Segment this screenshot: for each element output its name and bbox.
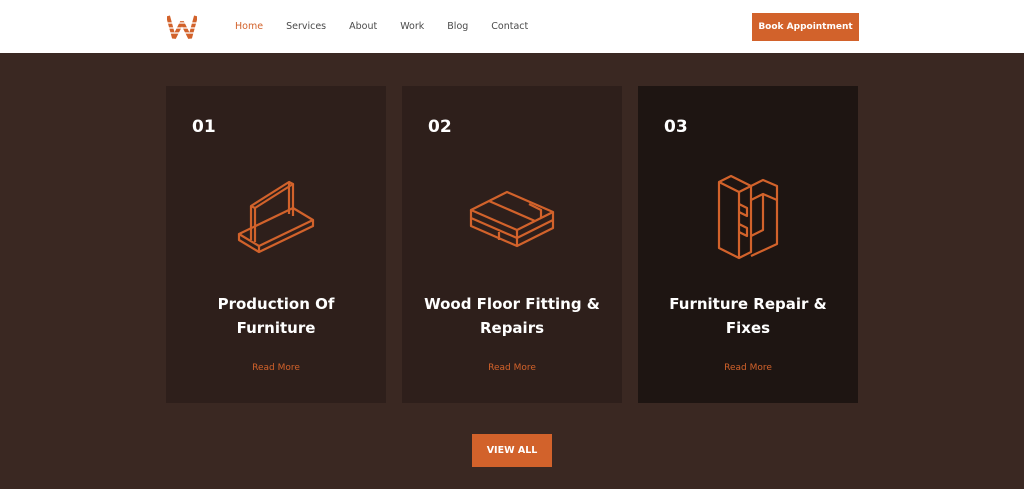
view-all-button[interactable]: VIEW ALL	[472, 434, 552, 467]
wood-panel-icon	[237, 180, 315, 254]
read-more-link[interactable]: Read More	[166, 363, 386, 373]
card-title-line: Production Of	[217, 295, 335, 313]
card-title-line: Wood Floor Fitting &	[424, 295, 600, 313]
nav-home[interactable]: Home	[235, 21, 263, 32]
logo-icon[interactable]	[167, 14, 197, 40]
service-card-furniture-repair: 03 Furniture Repair & Fixes Read More	[638, 86, 858, 403]
card-number: 03	[664, 117, 688, 137]
read-more-link[interactable]: Read More	[402, 363, 622, 373]
card-number: 01	[192, 117, 216, 137]
nav-about[interactable]: About	[349, 21, 377, 32]
service-card-production: 01 Production Of Furniture Read More	[166, 86, 386, 403]
nav-blog[interactable]: Blog	[447, 21, 468, 32]
card-number: 02	[428, 117, 452, 137]
service-card-wood-floor: 02 Wood Floor Fitting & Repairs Read Mor…	[402, 86, 622, 403]
card-title: Production Of Furniture	[176, 292, 376, 340]
nav-work[interactable]: Work	[400, 21, 424, 32]
card-title-line: Fixes	[725, 319, 771, 337]
book-appointment-button[interactable]: Book Appointment	[752, 13, 859, 41]
read-more-link[interactable]: Read More	[638, 363, 858, 373]
card-title-line: Furniture Repair &	[669, 295, 827, 313]
card-title: Wood Floor Fitting & Repairs	[412, 292, 612, 340]
card-title: Furniture Repair & Fixes	[648, 292, 848, 340]
site-header: Home Services About Work Blog Contact Bo…	[0, 0, 1024, 53]
main-nav: Home Services About Work Blog Contact	[235, 0, 551, 53]
card-title-line: Repairs	[479, 319, 545, 337]
nav-services[interactable]: Services	[286, 21, 326, 32]
card-title-line: Furniture	[236, 319, 316, 337]
wood-joint-icon	[717, 174, 779, 260]
nav-contact[interactable]: Contact	[491, 21, 528, 32]
wood-floor-planks-icon	[469, 190, 555, 248]
